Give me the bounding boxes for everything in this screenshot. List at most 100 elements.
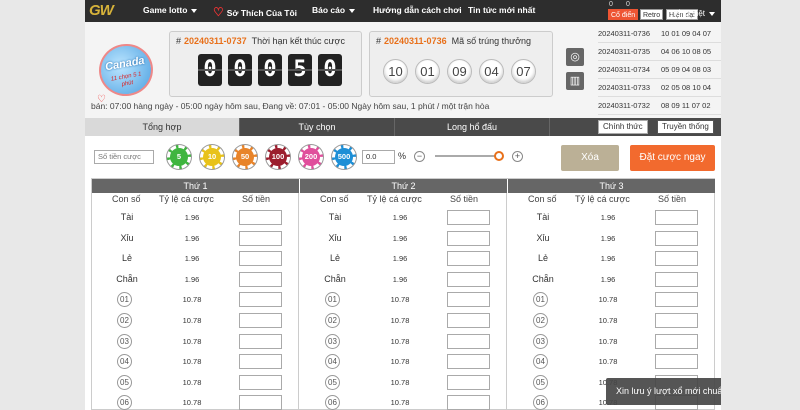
number-label: 04 [325,354,340,370]
nav-reports-label: Báo cáo [312,5,346,15]
chip-200[interactable]: 200 [299,145,323,169]
nav-guide[interactable]: Hướng dẫn cách chơi [373,5,462,15]
bet-amount-field[interactable] [239,354,282,370]
chip-10[interactable]: 10 [200,145,224,169]
history-row: 20240311-0736 10 01 09 04 07 [598,25,721,43]
bet-amount-field[interactable] [447,210,490,225]
bet-type-label: Lẻ [329,253,340,264]
bet-amount-field[interactable] [655,354,698,370]
bet-amount-field[interactable] [655,313,698,328]
bet-amount-field[interactable] [655,271,698,287]
nav-game-lotto[interactable]: Game lotto [143,5,198,15]
view-official-button[interactable]: Chính thức [598,120,648,134]
bet-amount-field[interactable] [239,333,282,349]
history-draw-id: 20240311-0735 [598,47,650,56]
bet-amount-field[interactable] [239,292,282,308]
bet-row: 03 10.78 [300,332,507,352]
nav-reports[interactable]: Báo cáo [312,5,356,15]
history-numbers: 08 09 11 07 02 [661,101,711,110]
bet-amount-field[interactable] [239,271,282,287]
countdown-digit: 0 [318,54,342,86]
decrease-button[interactable]: − [414,151,425,162]
bet-type-label: Chẵn [116,273,138,284]
place-bet-button[interactable]: Đặt cược ngay [630,145,715,171]
countdown-label: Thời hạn kết thúc cược [251,36,345,46]
chart-icon[interactable]: ▥ [566,72,584,90]
tab-dragon-tiger[interactable]: Long hổ đấu [395,118,550,136]
odds-value: 1.96 [600,274,616,284]
increase-button[interactable]: + [512,151,523,162]
view-traditional-button[interactable]: Truyền thống [657,120,714,134]
odds-value: 10.78 [390,336,410,346]
bet-amount-field[interactable] [447,251,490,267]
bet-amount-field[interactable] [239,210,282,225]
bet-type-label: Chẵn [532,273,554,284]
globe-icon[interactable]: ◎ [566,48,584,66]
history-draw-id: 20240311-0736 [598,29,650,38]
bet-amount-field[interactable] [447,333,490,349]
bet-amount-field[interactable] [447,374,490,390]
number-label: 06 [533,395,548,410]
nav-news[interactable]: Tin tức mới nhất [468,5,535,15]
chip-500[interactable]: 500 [332,145,356,169]
chip-5[interactable]: 5 [167,145,191,169]
odds-value: 10.78 [598,357,618,367]
bet-amount-field[interactable] [447,230,490,246]
heart-icon: ♡ [213,5,224,19]
bet-amount-field[interactable] [239,230,282,246]
bet-amount-field[interactable] [447,395,490,410]
bet-amount-field[interactable] [447,271,490,287]
bet-controls: Số tiền cược 5 10 50 100 200 500 0.0 % −… [85,138,721,178]
bet-amount-input[interactable]: Số tiền cược [94,150,154,164]
nav-mini-value: 0 [609,1,613,8]
odds-value: 10.78 [182,336,202,346]
slider-thumb[interactable] [494,151,504,161]
bet-type-label: Xỉu [328,232,342,243]
bet-type-label: Tài [328,212,342,222]
language-select[interactable]: Tiếng Việt [669,9,715,18]
history-row: 20240311-0735 04 06 10 08 05 [598,43,721,61]
bet-row: Chẵn 1.96 [508,270,715,290]
winning-ball: 01 [415,59,440,84]
bet-amount-field[interactable] [239,374,282,390]
bet-row: 02 10.78 [508,311,715,331]
chip-50[interactable]: 50 [233,145,257,169]
bet-amount-field[interactable] [239,313,282,328]
bet-amount-field[interactable] [655,333,698,349]
bet-amount-field[interactable] [447,292,490,308]
current-draw-id: 20240311-0737 [184,36,247,46]
nav-favorites[interactable]: ♡ Sở Thích Của Tôi [213,5,297,19]
bet-type-label: Xỉu [536,232,550,243]
column-header: Thứ 2 [300,179,507,193]
tab-summary[interactable]: Tổng hợp [85,118,240,136]
tab-options[interactable]: Tùy chọn [240,118,395,136]
style-retro-button[interactable]: Retro [640,9,664,20]
chip-100[interactable]: 100 [266,145,290,169]
odds-value: 10.78 [182,357,202,367]
winning-box: #20240311-0736 Mã số trúng thưởng 10 01 0… [369,31,553,97]
number-label: 04 [117,354,132,370]
bet-amount-field[interactable] [239,395,282,410]
draw-history: 20240311-0736 10 01 09 04 07 20240311-073… [598,25,721,115]
countdown-digit: 0 [228,54,252,86]
logo[interactable]: GW [89,2,129,20]
bet-row: Xỉu 1.96 [300,229,507,249]
bet-amount-field[interactable] [655,292,698,308]
chevron-down-icon [709,11,715,16]
bet-amount-field[interactable] [655,251,698,267]
bet-amount-field[interactable] [239,251,282,267]
column-subheader: Con số [320,194,349,204]
bet-amount-field[interactable] [655,210,698,225]
odds-value: 10.78 [390,398,410,408]
rebate-percent-input[interactable]: 0.0 [362,150,395,164]
bet-amount-field[interactable] [655,230,698,246]
bet-amount-field[interactable] [447,313,490,328]
clear-button[interactable]: Xóa [561,145,619,171]
style-classic-button[interactable]: Cổ điển [608,9,639,20]
hash-icon: # [376,36,382,46]
bet-amount-field[interactable] [447,354,490,370]
winning-ball: 04 [479,59,504,84]
rebate-slider[interactable] [435,155,503,157]
history-row: 20240311-0734 05 09 04 08 03 [598,61,721,79]
odds-value: 10.78 [182,316,202,325]
